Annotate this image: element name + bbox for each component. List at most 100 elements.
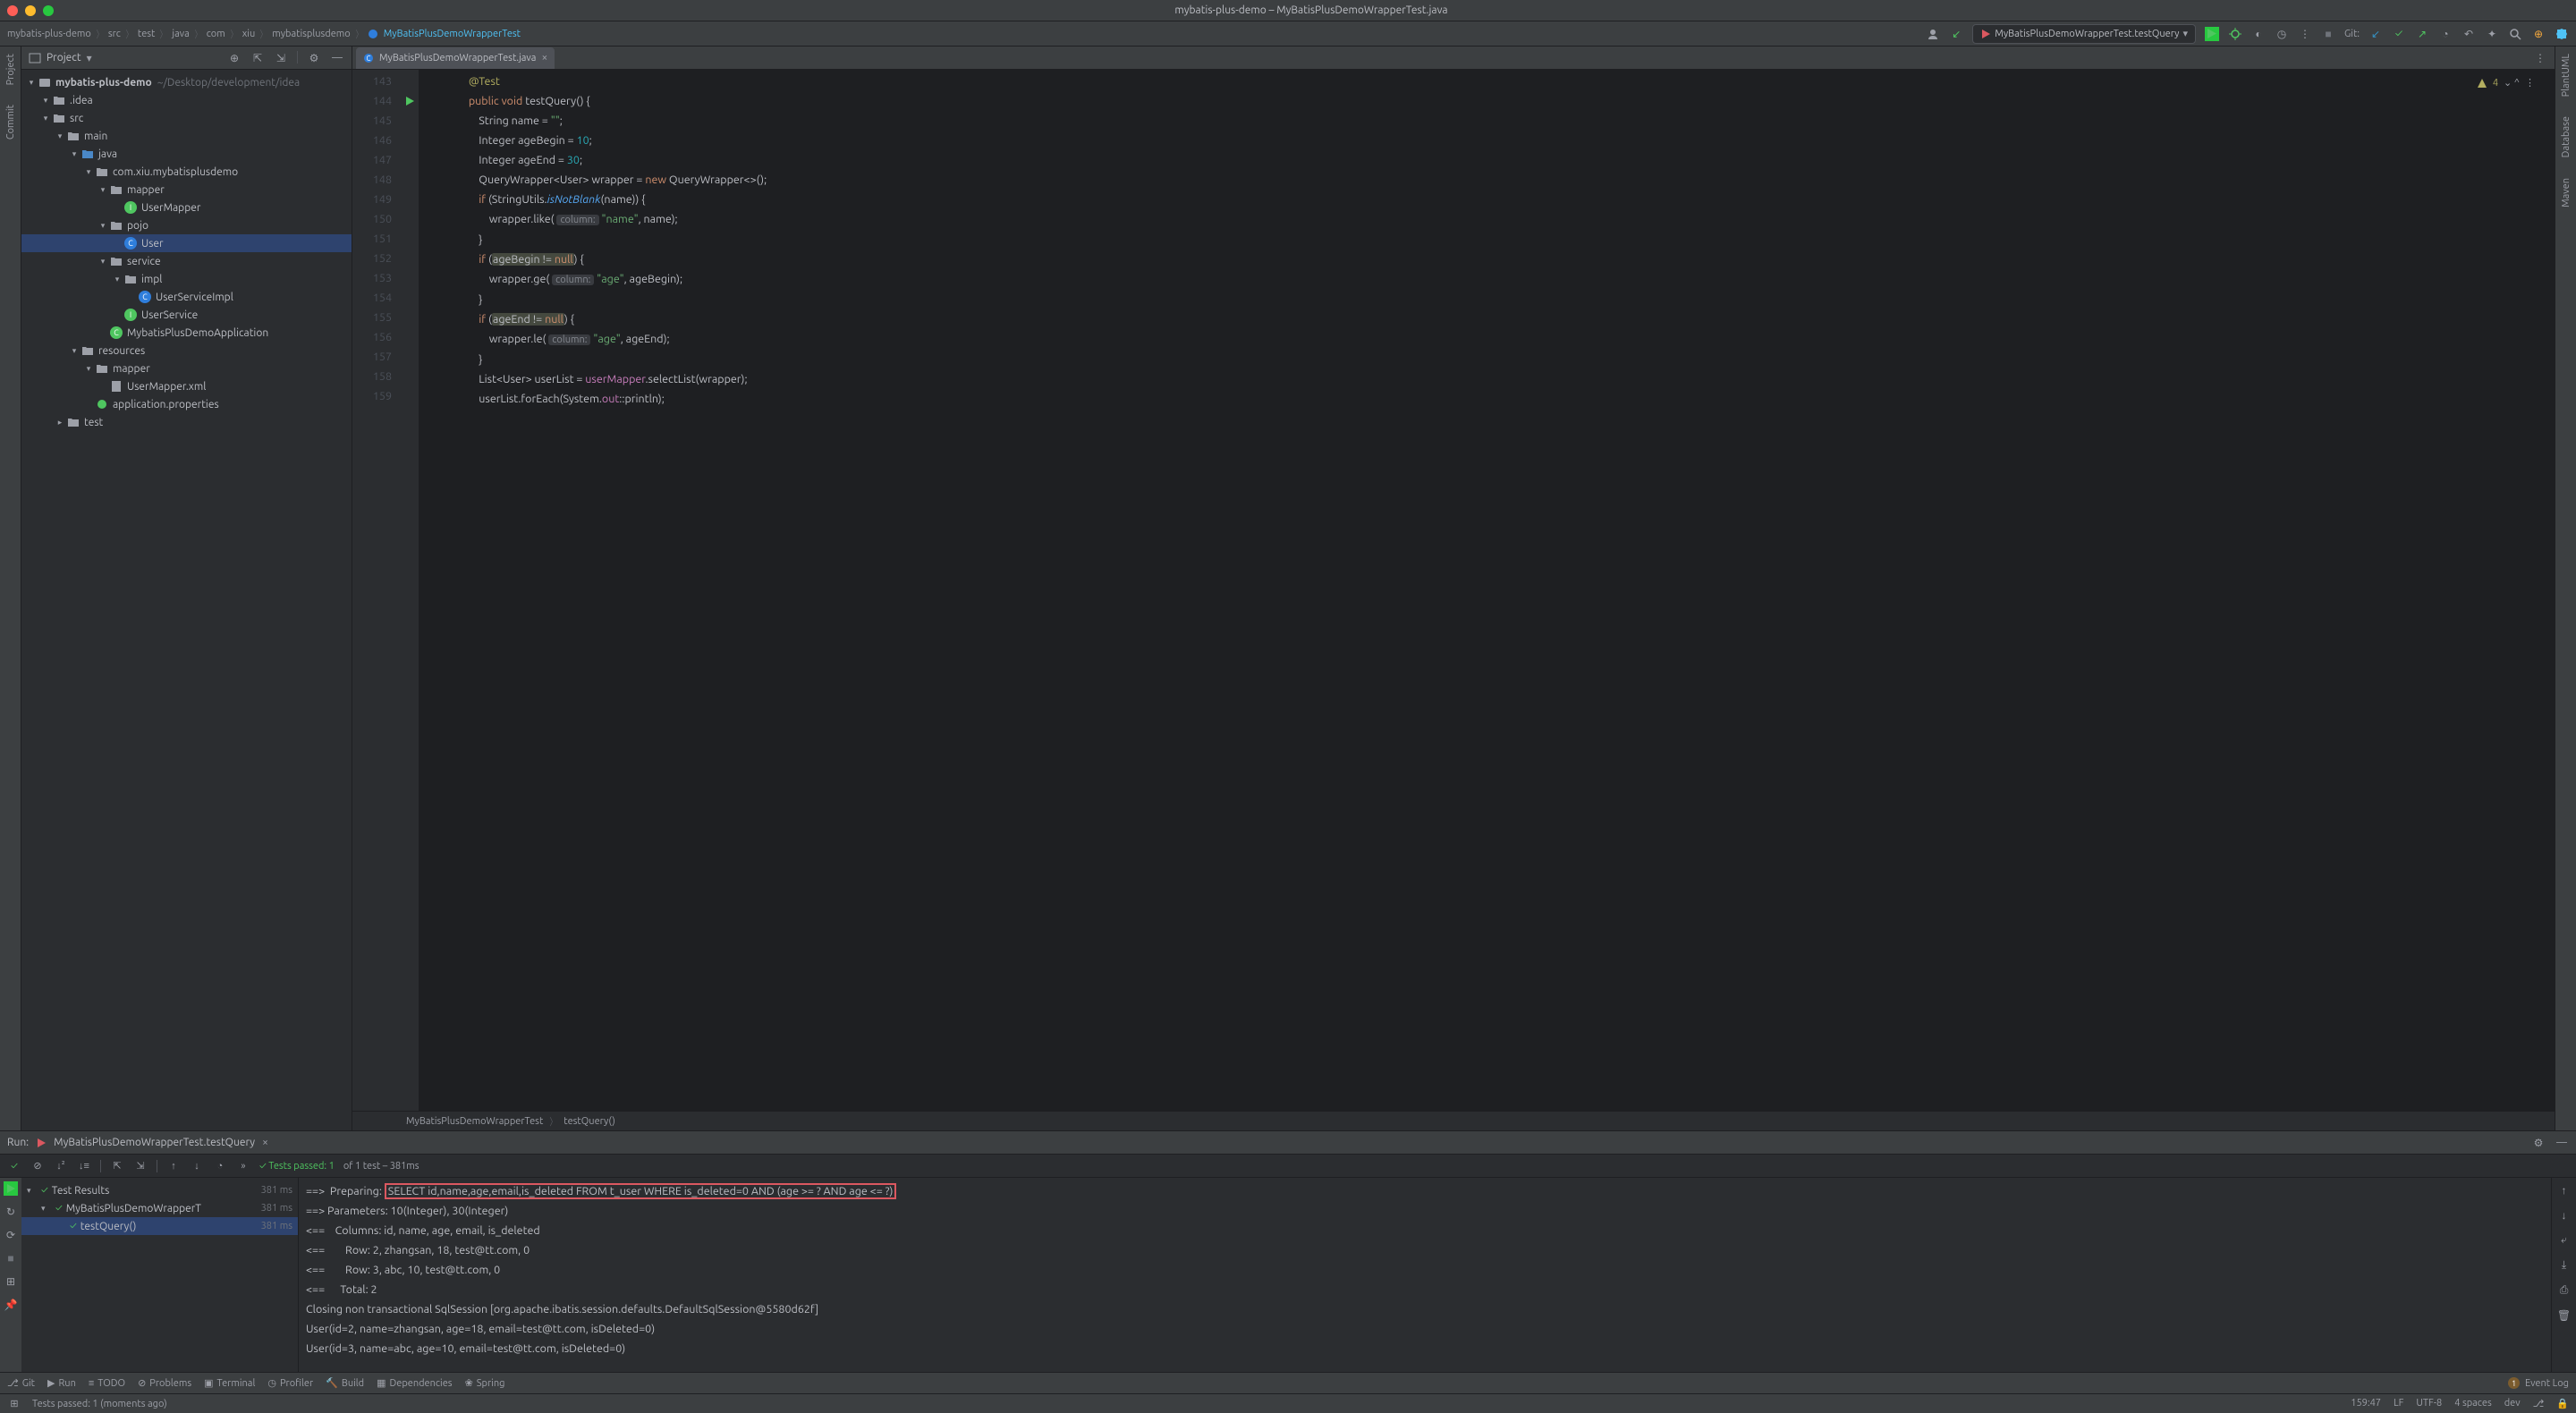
rerun-failed-button[interactable]: ↻ bbox=[4, 1205, 18, 1219]
rerun-button[interactable] bbox=[4, 1181, 18, 1196]
inspection-widget[interactable]: 4 ⌄ ^ ⋮ bbox=[2477, 73, 2535, 93]
tree-item[interactable]: CUserServiceImpl bbox=[21, 288, 352, 306]
editor-tab[interactable]: C MyBatisPlusDemoWrapperTest.java × bbox=[356, 47, 555, 69]
status-widget[interactable]: 4 spaces bbox=[2454, 1398, 2492, 1409]
search-icon[interactable] bbox=[2508, 27, 2522, 41]
tree-item[interactable]: IUserMapper bbox=[21, 199, 352, 216]
hide-run-icon[interactable]: — bbox=[2555, 1136, 2569, 1150]
close-run-tab-icon[interactable]: × bbox=[262, 1137, 268, 1148]
editor-bottom-breadcrumb[interactable]: MyBatisPlusDemoWrapperTest〉testQuery() bbox=[352, 1111, 2555, 1130]
code-content[interactable]: @Test public void testQuery() { String n… bbox=[419, 70, 2555, 1111]
tree-item[interactable]: CUser bbox=[21, 234, 352, 252]
git-rollback-icon[interactable]: ↶ bbox=[2462, 27, 2476, 41]
scroll-down-icon[interactable]: ↓ bbox=[2557, 1208, 2572, 1223]
toggle-pass-icon[interactable]: ✓ bbox=[7, 1159, 21, 1173]
toggle-auto-button[interactable]: ⟳ bbox=[4, 1228, 18, 1242]
test-tree[interactable]: ▾✓Test Results381 ms▾✓MyBatisPlusDemoWra… bbox=[21, 1178, 299, 1372]
profile-button[interactable]: ◷ bbox=[2275, 27, 2289, 41]
hide-panel-icon[interactable]: — bbox=[330, 51, 344, 65]
run-button[interactable] bbox=[2205, 27, 2219, 41]
tool-window-stripe-project[interactable]: Project bbox=[5, 50, 16, 89]
status-widget[interactable]: UTF-8 bbox=[2416, 1398, 2442, 1409]
minimize-window-button[interactable] bbox=[25, 5, 36, 16]
bottom-tab-run[interactable]: ▶Run bbox=[47, 1377, 76, 1389]
bottom-tab-build[interactable]: 🔨Build bbox=[326, 1377, 364, 1389]
import-test-icon[interactable]: » bbox=[236, 1159, 250, 1173]
sort-duration-icon[interactable]: ↓≡ bbox=[77, 1159, 91, 1173]
sort-alpha-icon[interactable]: ↓² bbox=[54, 1159, 68, 1173]
bottom-tab-profiler[interactable]: ◷Profiler bbox=[267, 1377, 313, 1389]
gear-icon[interactable]: ⚙ bbox=[307, 51, 321, 65]
event-log-button[interactable]: Event Log bbox=[2525, 1378, 2569, 1389]
debug-button[interactable] bbox=[2228, 27, 2242, 41]
git-history-icon[interactable]: ◔ bbox=[2438, 27, 2453, 41]
tree-root[interactable]: ▾ mybatis-plus-demo ~/Desktop/developmen… bbox=[21, 73, 352, 91]
project-tree[interactable]: ▾ mybatis-plus-demo ~/Desktop/developmen… bbox=[21, 70, 352, 1130]
code-translate-icon[interactable]: ✦ bbox=[2485, 27, 2499, 41]
pin-test-button[interactable]: 📌 bbox=[4, 1298, 18, 1312]
bottom-tab-git[interactable]: ⎇Git bbox=[7, 1377, 35, 1389]
tree-item[interactable]: ▾src bbox=[21, 109, 352, 127]
ide-gear-icon[interactable] bbox=[2555, 27, 2569, 41]
tree-item[interactable]: IUserService bbox=[21, 306, 352, 324]
zoom-window-button[interactable] bbox=[43, 5, 54, 16]
tree-item[interactable]: ▾pojo bbox=[21, 216, 352, 234]
ide-intentions-icon[interactable]: ⊕ bbox=[2531, 27, 2546, 41]
git-push-icon[interactable]: ↗ bbox=[2415, 27, 2429, 41]
tree-item[interactable]: ▾main bbox=[21, 127, 352, 145]
scroll-to-end-icon[interactable]: ⤓ bbox=[2557, 1258, 2572, 1273]
tab-actions-icon[interactable]: ⋮ bbox=[2533, 51, 2547, 65]
git-update-icon[interactable]: ↙ bbox=[2368, 27, 2383, 41]
status-widget[interactable]: LF bbox=[2394, 1398, 2403, 1409]
clear-all-icon[interactable]: 🗑 bbox=[2557, 1308, 2572, 1323]
bottom-tab-spring[interactable]: ❀Spring bbox=[465, 1377, 505, 1389]
scroll-up-icon[interactable]: ↑ bbox=[2557, 1183, 2572, 1197]
run-configuration-selector[interactable]: MyBatisPlusDemoWrapperTest.testQuery ▾ bbox=[1972, 24, 2196, 44]
tree-item[interactable]: ▸test bbox=[21, 413, 352, 431]
status-widget[interactable]: dev bbox=[2504, 1398, 2521, 1409]
collapse-all-icon[interactable]: ⇲ bbox=[274, 51, 288, 65]
tree-item[interactable]: ▾mapper bbox=[21, 360, 352, 377]
status-tool-windows-icon[interactable]: ⊞ bbox=[7, 1397, 21, 1411]
bottom-tab-dependencies[interactable]: ▦Dependencies bbox=[377, 1377, 452, 1389]
coverage-button[interactable]: ◐ bbox=[2251, 27, 2266, 41]
code-with-me-icon[interactable] bbox=[1926, 27, 1940, 41]
tree-item[interactable]: ▾com.xiu.mybatisplusdemo bbox=[21, 163, 352, 181]
tree-item[interactable]: ▾impl bbox=[21, 270, 352, 288]
navigation-breadcrumb[interactable]: mybatis-plus-demo〉src〉test〉java〉com〉xiu〉… bbox=[7, 27, 1922, 41]
bottom-tab-terminal[interactable]: ▣Terminal bbox=[204, 1377, 255, 1389]
expand-all-icon[interactable]: ⇱ bbox=[250, 51, 265, 65]
status-widget[interactable]: 159:47 bbox=[2351, 1398, 2381, 1409]
soft-wrap-icon[interactable]: ⤶ bbox=[2557, 1233, 2572, 1248]
layout-test-button[interactable]: ⊞ bbox=[4, 1274, 18, 1289]
tree-item[interactable]: UserMapper.xml bbox=[21, 377, 352, 395]
select-opened-file-icon[interactable]: ⊕ bbox=[227, 51, 242, 65]
tree-item[interactable]: ▾java bbox=[21, 145, 352, 163]
test-tree-item[interactable]: ✓testQuery()381 ms bbox=[21, 1217, 298, 1235]
lock-icon[interactable]: 🔒 bbox=[2556, 1398, 2569, 1409]
tree-item[interactable]: ▾.idea bbox=[21, 91, 352, 109]
stop-button[interactable]: ■ bbox=[2321, 27, 2335, 41]
tree-item[interactable]: ▾mapper bbox=[21, 181, 352, 199]
tool-window-stripe-maven[interactable]: Maven bbox=[2561, 174, 2572, 211]
attach-button[interactable]: ⋮ bbox=[2298, 27, 2312, 41]
git-commit-icon[interactable]: ✓ bbox=[2392, 27, 2406, 41]
test-tree-item[interactable]: ▾✓Test Results381 ms bbox=[21, 1181, 298, 1199]
test-tree-item[interactable]: ▾✓MyBatisPlusDemoWrapperT381 ms bbox=[21, 1199, 298, 1217]
tree-item[interactable]: ▾service bbox=[21, 252, 352, 270]
bottom-tab-problems[interactable]: ⊘Problems bbox=[138, 1377, 191, 1389]
close-tab-icon[interactable]: × bbox=[541, 52, 547, 63]
test-history-icon[interactable]: ◔ bbox=[213, 1159, 227, 1173]
stop-test-button[interactable]: ■ bbox=[4, 1251, 18, 1265]
prev-test-icon[interactable]: ↑ bbox=[166, 1159, 181, 1173]
tree-item[interactable]: application.properties bbox=[21, 395, 352, 413]
console-output[interactable]: ==> Preparing: SELECT id,name,age,email,… bbox=[299, 1178, 2551, 1372]
tool-window-stripe-database[interactable]: Database bbox=[2561, 113, 2572, 161]
editor-body[interactable]: 4 ⌄ ^ ⋮ 14314414514614714814915015115215… bbox=[352, 70, 2555, 1111]
run-gear-icon[interactable]: ⚙ bbox=[2531, 1136, 2546, 1150]
expand-test-icon[interactable]: ⇱ bbox=[110, 1159, 124, 1173]
tree-item[interactable]: CMybatisPlusDemoApplication bbox=[21, 324, 352, 342]
bottom-tab-todo[interactable]: ≡TODO bbox=[89, 1378, 125, 1389]
collapse-test-icon[interactable]: ⇲ bbox=[133, 1159, 148, 1173]
tool-window-stripe-commit[interactable]: Commit bbox=[5, 101, 16, 143]
